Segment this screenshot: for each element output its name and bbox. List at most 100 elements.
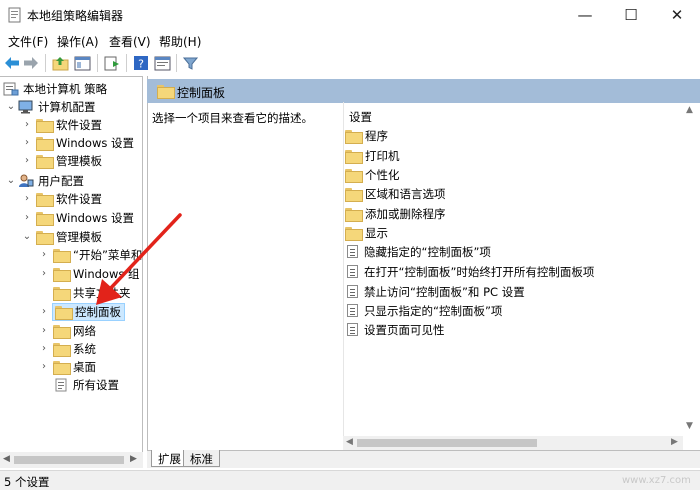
watermark: www.xz7.com — [622, 475, 691, 486]
help-icon[interactable]: ? — [131, 53, 151, 73]
chevron-right-icon[interactable]: › — [22, 194, 32, 204]
tree-item-label: 网络 — [73, 324, 96, 338]
list-item-folder[interactable]: 添加或删除程序 — [345, 204, 446, 223]
horizontal-scrollbar[interactable]: ◀ ▶ — [343, 436, 683, 450]
chevron-right-icon[interactable]: › — [22, 138, 32, 148]
chevron-right-icon[interactable]: › — [39, 326, 49, 336]
scroll-right-icon[interactable]: ▶ — [130, 454, 137, 464]
folder-icon — [345, 129, 363, 144]
scroll-right-icon[interactable]: ▶ — [671, 437, 678, 447]
tree-item-label: 所有设置 — [73, 378, 119, 392]
folder-icon — [345, 187, 363, 202]
folder-icon — [345, 168, 363, 183]
tree-item-label: 本地计算机 策略 — [23, 82, 108, 96]
status-text: 5 个设置 — [4, 475, 50, 489]
list-item-folder[interactable]: 显示 — [345, 223, 388, 242]
list-item-setting[interactable]: 只显示指定的“控制面板”项 — [345, 301, 502, 320]
tree-item-cc-software[interactable]: › 软件设置 — [22, 116, 102, 134]
up-folder-icon[interactable] — [50, 53, 70, 73]
pane-divider — [343, 102, 344, 436]
setting-icon — [347, 285, 358, 298]
list-item-setting[interactable]: 隐藏指定的“控制面板”项 — [345, 242, 491, 261]
menu-file[interactable]: 文件(F) — [8, 33, 48, 50]
status-bar: 5 个设置 www.xz7.com — [0, 470, 700, 490]
chevron-right-icon[interactable]: › — [39, 362, 49, 372]
chevron-right-icon[interactable]: › — [39, 269, 49, 279]
setting-icon — [347, 323, 358, 336]
scroll-left-icon[interactable]: ◀ — [3, 454, 10, 464]
chevron-right-icon[interactable]: › — [22, 120, 32, 130]
back-icon[interactable] — [2, 53, 22, 73]
tree-item-system[interactable]: › 系统 — [39, 340, 96, 358]
chevron-right-icon[interactable]: › — [22, 213, 32, 223]
svg-text:?: ? — [138, 58, 144, 71]
properties-icon[interactable] — [152, 53, 172, 73]
tree-item-all-settings[interactable]: 所有设置 — [39, 376, 119, 394]
list-item-setting[interactable]: 设置页面可见性 — [345, 320, 445, 339]
minimize-button[interactable]: — — [562, 0, 608, 30]
chevron-down-icon[interactable]: ⌄ — [22, 232, 32, 242]
scroll-thumb[interactable] — [14, 456, 124, 464]
list-item-folder[interactable]: 区域和语言选项 — [345, 184, 446, 203]
folder-icon — [345, 226, 363, 241]
menu-help[interactable]: 帮助(H) — [159, 33, 201, 50]
scroll-left-icon[interactable]: ◀ — [346, 437, 353, 447]
view-tabs: 扩展 标准 — [147, 450, 700, 468]
tree-horizontal-scrollbar[interactable]: ◀ ▶ — [0, 452, 143, 468]
chevron-down-icon[interactable]: ⌄ — [6, 102, 16, 112]
list-item-folder[interactable]: 程序 — [345, 126, 388, 145]
folder-icon — [345, 207, 363, 222]
list-item-setting[interactable]: 禁止访问“控制面板”和 PC 设置 — [345, 282, 525, 301]
chevron-right-icon[interactable]: › — [22, 156, 32, 166]
tab-standard[interactable]: 标准 — [183, 450, 220, 467]
folder-icon — [53, 343, 71, 357]
details-header: 控制面板 — [147, 79, 700, 103]
details-header-title: 控制面板 — [177, 86, 226, 100]
list-item-folder[interactable]: 打印机 — [345, 146, 400, 165]
all-settings-icon — [55, 378, 67, 392]
folder-icon — [345, 149, 363, 164]
menu-view[interactable]: 查看(V) — [109, 33, 151, 50]
toolbar: ? — [0, 50, 700, 76]
window-title: 本地组策略编辑器 — [27, 9, 124, 23]
menu-bar: 文件(F) 操作(A) 查看(V) 帮助(H) — [0, 30, 700, 50]
menu-action[interactable]: 操作(A) — [57, 33, 99, 50]
chevron-right-icon[interactable]: › — [39, 250, 49, 260]
folder-icon — [157, 85, 175, 99]
scroll-down-icon[interactable]: ▼ — [686, 421, 693, 431]
setting-icon — [347, 304, 358, 317]
column-header-setting[interactable]: 设置 — [349, 109, 372, 125]
list-item-folder[interactable]: 个性化 — [345, 165, 400, 184]
chevron-right-icon[interactable]: › — [39, 307, 49, 317]
tree-item-user-config[interactable]: ⌄ 用户配置 — [6, 172, 84, 190]
chevron-down-icon[interactable]: ⌄ — [6, 176, 16, 186]
chevron-right-icon[interactable]: › — [39, 344, 49, 354]
tree-item-desktop[interactable]: › 桌面 — [39, 358, 96, 376]
tree-item-cc-admin[interactable]: › 管理模板 — [22, 152, 102, 170]
filter-icon[interactable] — [180, 53, 200, 73]
vertical-scrollbar[interactable]: ▲ ▼ — [682, 103, 699, 436]
toolbar-separator — [126, 54, 127, 72]
forward-icon[interactable] — [21, 53, 41, 73]
setting-icon — [347, 245, 358, 258]
tree-item-label: 桌面 — [73, 360, 96, 374]
folder-icon — [36, 193, 54, 207]
toolbar-separator — [176, 54, 177, 72]
tree-item-cc-windows[interactable]: › Windows 设置 — [22, 134, 134, 152]
tree-item-root[interactable]: 本地计算机 策略 — [3, 80, 107, 98]
export-list-icon[interactable] — [102, 53, 122, 73]
scroll-up-icon[interactable]: ▲ — [686, 105, 693, 115]
close-button[interactable]: ✕ — [654, 0, 700, 30]
user-icon — [19, 174, 34, 187]
tree-item-network[interactable]: › 网络 — [39, 322, 96, 340]
folder-icon — [53, 361, 71, 375]
list-item-setting[interactable]: 在打开“控制面板”时始终打开所有控制面板项 — [345, 262, 594, 281]
scroll-thumb[interactable] — [357, 439, 537, 447]
maximize-button[interactable]: ☐ — [608, 0, 654, 30]
folder-icon — [36, 137, 54, 151]
tree-item-computer-config[interactable]: ⌄ 计算机配置 — [6, 98, 96, 116]
folder-icon — [36, 155, 54, 169]
show-hide-tree-icon[interactable] — [72, 53, 92, 73]
folder-icon — [36, 119, 54, 133]
folder-icon — [36, 212, 54, 226]
